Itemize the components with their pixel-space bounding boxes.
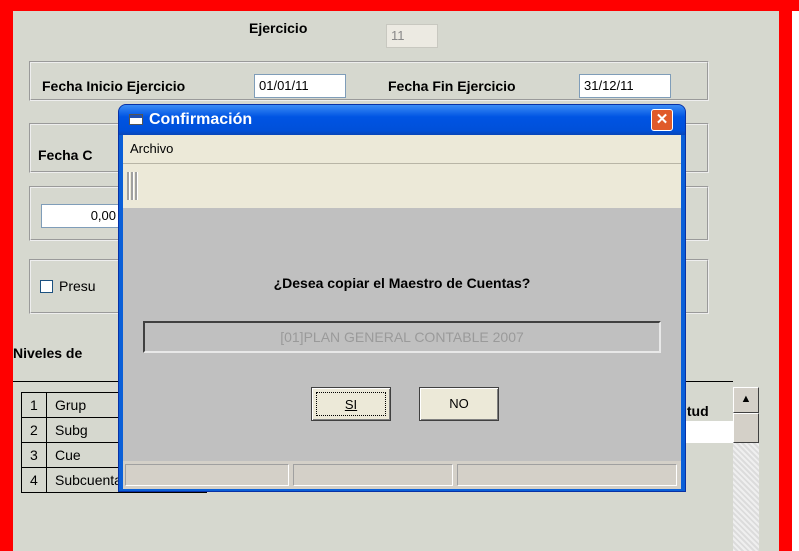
menubar: Archivo bbox=[123, 135, 681, 164]
niveles-label: Niveles de bbox=[13, 345, 83, 361]
status-pane bbox=[125, 464, 289, 486]
amount-field[interactable]: 0,00 bbox=[41, 204, 121, 228]
presu-checkbox[interactable] bbox=[40, 280, 53, 293]
frame-right bbox=[779, 0, 792, 551]
scroll-thumb[interactable] bbox=[733, 413, 759, 443]
level-num: 4 bbox=[21, 467, 47, 493]
no-label: NO bbox=[449, 396, 469, 411]
ejercicio-label: Ejercicio bbox=[249, 20, 308, 36]
plan-field: [01]PLAN GENERAL CONTABLE 2007 bbox=[143, 321, 661, 353]
fecha-fin-label: Fecha Fin Ejercicio bbox=[388, 78, 516, 94]
level-num: 1 bbox=[21, 392, 47, 418]
question-text: ¿Desea copiar el Maestro de Cuentas? bbox=[273, 275, 531, 291]
no-button[interactable]: NO bbox=[419, 387, 499, 421]
dialog-title: Confirmación bbox=[149, 111, 253, 128]
fecha-fin-field[interactable]: 31/12/11 bbox=[579, 74, 671, 98]
longitud-header: itud bbox=[683, 403, 709, 419]
fecha-c-label: Fecha C bbox=[38, 147, 93, 163]
dialog-body: Archivo ¿Desea copiar el Maestro de Cuen… bbox=[123, 135, 681, 489]
frame-top bbox=[0, 0, 799, 11]
presu-label: Presu bbox=[59, 278, 96, 294]
status-pane bbox=[457, 464, 677, 486]
level-num: 2 bbox=[21, 417, 47, 443]
yes-button[interactable]: SI bbox=[311, 387, 391, 421]
status-pane bbox=[293, 464, 453, 486]
fecha-inicio-field[interactable]: 01/01/11 bbox=[254, 74, 346, 98]
frame-left bbox=[0, 0, 13, 551]
confirmation-dialog: Confirmación ✕ Archivo ¿Desea copiar el … bbox=[118, 104, 686, 492]
toolbar-grip-icon[interactable] bbox=[127, 172, 141, 200]
window-icon bbox=[129, 114, 143, 125]
ejercicio-field[interactable]: 11 bbox=[386, 24, 438, 48]
app-window: Ejercicio 11 Fecha Inicio Ejercicio 01/0… bbox=[0, 0, 799, 551]
status-bar bbox=[123, 461, 681, 489]
menu-archivo[interactable]: Archivo bbox=[130, 141, 173, 156]
fecha-inicio-label: Fecha Inicio Ejercicio bbox=[42, 78, 186, 94]
dialog-titlebar[interactable]: Confirmación ✕ bbox=[119, 105, 685, 135]
yes-label: SI bbox=[316, 392, 386, 416]
scroll-up-button[interactable]: ▲ bbox=[733, 387, 759, 413]
close-icon[interactable]: ✕ bbox=[651, 109, 673, 131]
level-num: 3 bbox=[21, 442, 47, 468]
toolbar bbox=[123, 164, 681, 208]
